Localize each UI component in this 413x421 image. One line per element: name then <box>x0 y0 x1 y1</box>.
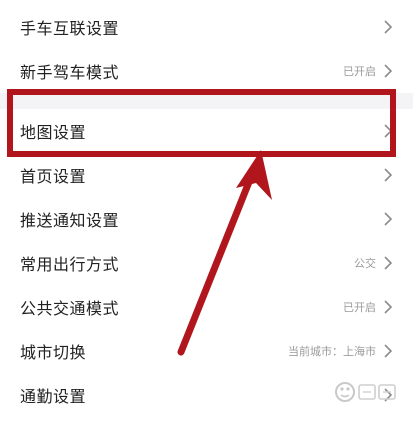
chevron-right-icon <box>384 124 393 138</box>
chevron-right-icon <box>384 300 393 314</box>
settings-item-push-notifications[interactable]: 推送通知设置 <box>0 197 413 241</box>
settings-item-public-transit-mode[interactable]: 公共交通模式 已开启 <box>0 285 413 329</box>
settings-item-label: 首页设置 <box>20 167 87 186</box>
settings-item-label: 通勤设置 <box>20 387 87 406</box>
settings-item-city-switch[interactable]: 城市切换 当前城市：上海市 <box>0 329 413 373</box>
settings-item-label: 手车互联设置 <box>20 19 120 38</box>
settings-item-label: 地图设置 <box>20 123 87 142</box>
chevron-right-icon <box>384 344 393 358</box>
settings-item-value: 当前城市：上海市 <box>288 345 376 358</box>
settings-item-value: 已开启 <box>343 301 376 314</box>
chevron-right-icon <box>384 20 393 34</box>
watermark-logo <box>335 382 396 402</box>
settings-item-label: 公共交通模式 <box>20 299 120 318</box>
settings-item-label: 推送通知设置 <box>20 211 120 230</box>
settings-item-label: 新手驾车模式 <box>20 63 120 82</box>
chevron-right-icon <box>384 64 393 78</box>
section-gap <box>0 93 413 109</box>
chevron-right-icon <box>384 168 393 182</box>
chevron-right-icon <box>384 256 393 270</box>
settings-item-phone-car-link[interactable]: 手车互联设置 <box>0 5 413 49</box>
settings-item-map-settings[interactable]: 地图设置 <box>0 109 413 153</box>
settings-item-label: 常用出行方式 <box>20 255 120 274</box>
settings-item-value: 已开启 <box>343 65 376 78</box>
settings-item-travel-mode[interactable]: 常用出行方式 公交 <box>0 241 413 285</box>
settings-item-label: 城市切换 <box>20 343 87 362</box>
settings-item-value: 公交 <box>354 257 376 270</box>
settings-item-novice-driving[interactable]: 新手驾车模式 已开启 <box>0 49 413 93</box>
settings-item-home-settings[interactable]: 首页设置 <box>0 153 413 197</box>
chevron-right-icon <box>384 212 393 226</box>
